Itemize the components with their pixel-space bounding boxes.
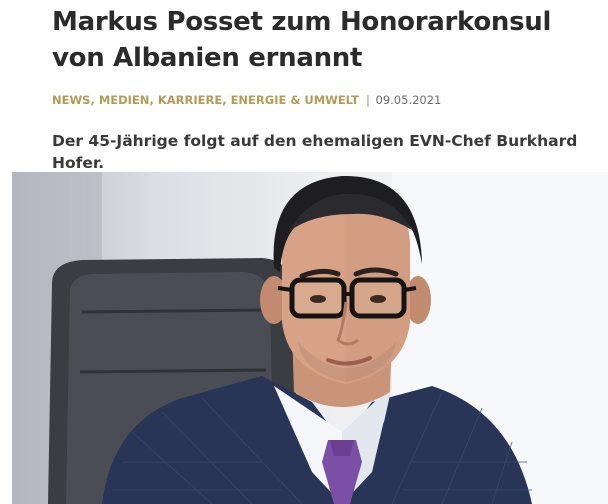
publish-date: 09.05.2021 [375,93,442,107]
meta-separator: | [365,93,370,107]
category-link-medien[interactable]: MEDIEN [99,93,150,107]
category-link-karriere[interactable]: KARRIERE [158,93,222,107]
category-list: NEWS, MEDIEN, KARRIERE, ENERGIE & UMWELT [52,93,359,107]
category-link-news[interactable]: NEWS [52,93,90,107]
category-link-energie-umwelt[interactable]: ENERGIE & UMWELT [231,93,359,107]
article-teaser: Der 45-Jährige folgt auf den ehemaligen … [52,132,578,172]
portrait-photo [12,172,608,504]
article-title: Markus Posset zum Honorarkonsul von Alba… [52,7,552,73]
article-photo [12,172,608,504]
article-meta: NEWS, MEDIEN, KARRIERE, ENERGIE & UMWELT… [52,92,441,108]
